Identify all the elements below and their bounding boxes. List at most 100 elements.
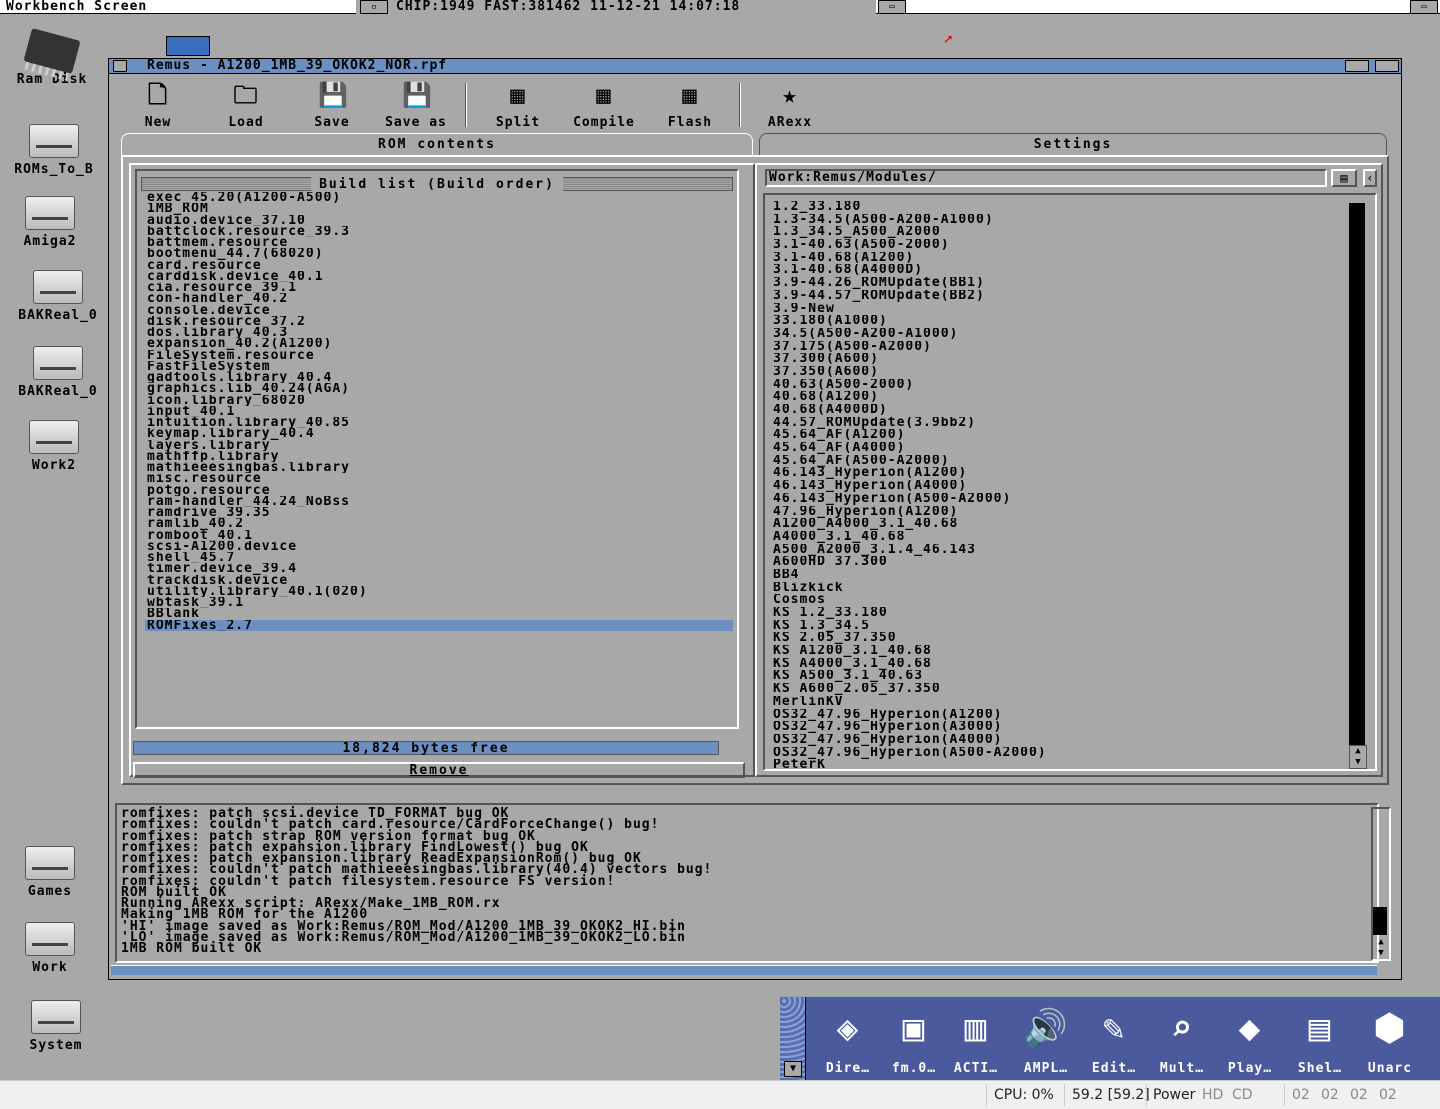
log-scroll-arrows[interactable]: ▲ ▼ — [1371, 937, 1391, 961]
build-list-item[interactable]: 1MB_ROM — [145, 203, 733, 214]
module-list-item[interactable]: KS A500_3.1_40.63 — [773, 670, 1333, 683]
module-list-item[interactable]: OS32_47.96_Hyperion(A1200) — [773, 709, 1333, 722]
desktop-icon-work2[interactable]: Work2 — [4, 420, 104, 473]
parent-dir-icon[interactable]: ‹ — [1363, 169, 1377, 187]
module-list-item[interactable]: OS32_47.96_Hyperion(A3000) — [773, 721, 1333, 734]
dock-item-edit[interactable]: ✎ Edit… — [1080, 1003, 1148, 1076]
build-list-item[interactable]: battclock.resource_39.3 — [145, 226, 733, 237]
floppy-icon[interactable] — [166, 36, 210, 56]
module-list-item[interactable]: KS 1.2_33.180 — [773, 607, 1333, 620]
build-list-item[interactable]: battmem.resource — [145, 237, 733, 248]
remove-button[interactable]: Remove — [133, 762, 745, 778]
screen-depth-icon[interactable]: ▫ — [360, 0, 388, 14]
module-list-item[interactable]: 37.175(A500-A2000) — [773, 341, 1333, 354]
module-list-item[interactable]: 3.9-44.26_ROMUpdate(BB1) — [773, 277, 1333, 290]
toolbar-flash-button[interactable]: ▦ Flash — [645, 81, 735, 130]
build-list-item[interactable]: con-handler_40.2 — [145, 293, 733, 304]
module-list-item[interactable]: A500_A2000_3.1.4_46.143 — [773, 544, 1333, 557]
module-list-item[interactable]: 44.57_ROMUpdate(3.9bb2) — [773, 417, 1333, 430]
build-list-item[interactable]: mathieeesingbas.library — [145, 462, 733, 473]
module-list-item[interactable]: MerlinKV — [773, 696, 1333, 709]
build-list-item[interactable]: misc.resource — [145, 473, 733, 484]
build-list-item[interactable]: BBlank — [145, 608, 733, 619]
build-list-item[interactable]: shell_45.7 — [145, 552, 733, 563]
toolbar-arexx-button[interactable]: ★ ARexx — [745, 81, 835, 130]
modules-scrollbar[interactable] — [1349, 203, 1365, 763]
modules-scroll-arrows[interactable]: ▲ ▼ — [1349, 745, 1367, 769]
dock-item-fm[interactable]: ▣ fm.0… — [880, 1003, 948, 1076]
build-list-item[interactable]: input_40.1 — [145, 406, 733, 417]
toolbar-split-button[interactable]: ▦ Split — [473, 81, 563, 130]
module-list-item[interactable]: 1.2_33.180 — [773, 201, 1333, 214]
build-list-item[interactable]: card.resource — [145, 260, 733, 271]
screen-front-icon[interactable]: ▭ — [878, 0, 906, 14]
module-list-item[interactable]: Blizkick — [773, 582, 1333, 595]
dock-menu-icon[interactable]: ▼ — [784, 1061, 802, 1077]
module-list-item[interactable]: 34.5(A500-A200-A1000) — [773, 328, 1333, 341]
module-list-item[interactable]: 47.96_Hyperion(A1200) — [773, 506, 1333, 519]
build-list-item[interactable]: audio.device_37.10 — [145, 215, 733, 226]
desktop-icon-system[interactable]: System — [6, 1000, 106, 1053]
close-icon[interactable] — [113, 60, 127, 72]
module-list-item[interactable]: 45.64_AF(A500-A2000) — [773, 455, 1333, 468]
build-list-item[interactable]: exec_45.20(A1200-A500) — [145, 192, 733, 203]
module-path-field[interactable]: Work:Remus/Modules/ — [765, 169, 1327, 187]
desktop-icon-work[interactable]: Work — [0, 922, 100, 975]
toolbar-save-as-button[interactable]: 💾 Save as — [371, 81, 461, 130]
build-list-item[interactable]: cia.resource_39.1 — [145, 282, 733, 293]
build-list-item[interactable]: intuition.library_40.85 — [145, 417, 733, 428]
dock-item-play[interactable]: ◆ Play… — [1216, 1003, 1284, 1076]
build-list-item[interactable]: keymap.library_40.4 — [145, 428, 733, 439]
module-list-item[interactable]: 37.350(A600) — [773, 366, 1333, 379]
module-list-item[interactable]: OS32_47.96_Hyperion(A500-A2000) — [773, 747, 1333, 760]
module-list-item[interactable]: 3.1-40.63(A500-2000) — [773, 239, 1333, 252]
module-list-item[interactable]: 37.300(A600) — [773, 353, 1333, 366]
module-list-item[interactable]: 46.143_Hyperion(A4000) — [773, 480, 1333, 493]
module-list-item[interactable]: A1200_A4000_3.1_40.68 — [773, 518, 1333, 531]
module-list-item[interactable]: 3.9-New — [773, 303, 1333, 316]
build-list-item[interactable]: ram-handler_44.24_NoBss — [145, 496, 733, 507]
desktop-icon-bakreal-2[interactable]: BAKReal_0 — [8, 346, 108, 399]
dock-item-shell[interactable]: ▤ Shel… — [1286, 1003, 1354, 1076]
desktop-icon-ram-disk[interactable]: Ram Disk — [2, 28, 102, 87]
build-list-item[interactable]: mathffp.library — [145, 451, 733, 462]
build-list-item[interactable]: disk.resource_37.2 — [145, 316, 733, 327]
module-list-item[interactable]: KS 1.3_34.5 — [773, 620, 1333, 633]
build-list-item[interactable]: ROMFixes_2.7 — [145, 619, 733, 631]
build-list-item[interactable]: wbtask_39.1 — [145, 597, 733, 608]
depth-icon[interactable] — [1375, 60, 1399, 72]
tab-settings[interactable]: Settings — [759, 133, 1387, 155]
build-list-item[interactable]: layers.library — [145, 440, 733, 451]
build-list-item[interactable]: timer.device_39.4 — [145, 563, 733, 574]
desktop-icon-games[interactable]: Games — [0, 846, 100, 899]
module-list-item[interactable]: 45.64_AF(A1200) — [773, 429, 1333, 442]
build-list-item[interactable]: icon.library_68020 — [145, 395, 733, 406]
build-list-item[interactable]: console.device — [145, 305, 733, 316]
module-list-item[interactable]: 1.3_34.5_A500_A2000 — [773, 226, 1333, 239]
build-list-item[interactable]: FileSystem.resource — [145, 350, 733, 361]
window-title-bar[interactable]: Remus - A1200_1MB_39_OKOK2_NOR.rpf — [109, 59, 1401, 74]
dock-item-action[interactable]: ▥ ACTI… — [942, 1003, 1010, 1076]
build-list-item[interactable]: trackdisk.device — [145, 575, 733, 586]
desktop-icon-roms[interactable]: ROMs_To_B — [4, 124, 104, 177]
dock-item-mult[interactable]: ⌕ Mult… — [1148, 1003, 1216, 1076]
module-list-item[interactable]: A600HD 37.300 — [773, 556, 1333, 569]
module-list-item[interactable]: 3.1-40.68(A1200) — [773, 252, 1333, 265]
module-list-item[interactable]: OS32_47.96_Hyperion(A4000) — [773, 734, 1333, 747]
desktop-icon-amiga2[interactable]: Amiga2 — [0, 196, 100, 249]
module-list-item[interactable]: A4000_3.1_40.68 — [773, 531, 1333, 544]
dock-item-dopus[interactable]: ◈ Dire… — [814, 1003, 882, 1076]
build-list-item[interactable]: expansion_40.2(A1200) — [145, 338, 733, 349]
module-list-item[interactable]: KS A600_2.05_37.350 — [773, 683, 1333, 696]
toolbar-compile-button[interactable]: ▦ Compile — [559, 81, 649, 130]
module-list-item[interactable]: 40.63(A500-2000) — [773, 379, 1333, 392]
folder-icon[interactable]: ▤ — [1331, 169, 1357, 187]
module-list-item[interactable]: 33.180(A1000) — [773, 315, 1333, 328]
build-list-item[interactable]: romboot_40.1 — [145, 530, 733, 541]
module-list-item[interactable]: 3.9-44.57_ROMUpdate(BB2) — [773, 290, 1333, 303]
screen-back-icon[interactable]: ▭ — [1410, 0, 1438, 14]
module-list-item[interactable]: 40.68(A1200) — [773, 391, 1333, 404]
module-list-item[interactable]: BB4 — [773, 569, 1333, 582]
build-list-item[interactable]: graphics.lib_40.24(AGA) — [145, 383, 733, 394]
build-list-item[interactable]: scsi-A1200.device — [145, 541, 733, 552]
